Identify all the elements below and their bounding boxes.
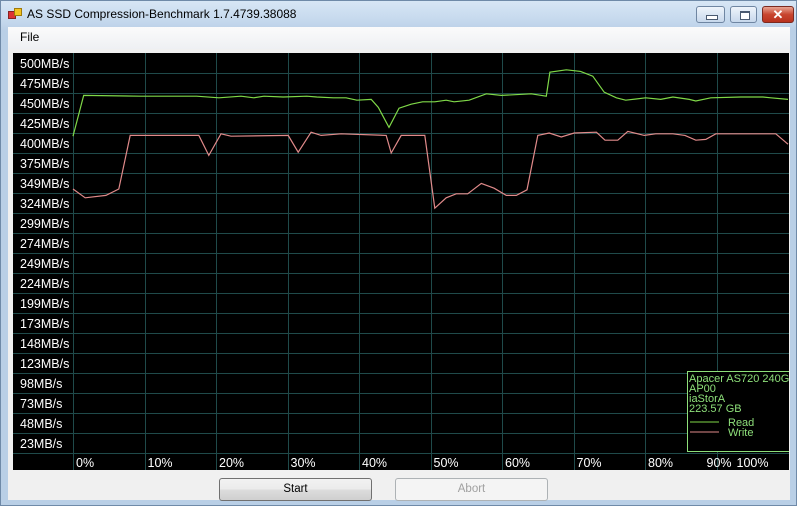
series-read-line: [72, 69, 789, 137]
y-tick-label: 224MB/s: [20, 277, 69, 291]
y-tick-label: 23MB/s: [20, 437, 62, 451]
minimize-icon: [706, 15, 718, 20]
grid-lines: [13, 53, 789, 470]
maximize-icon: [740, 11, 750, 20]
y-tick-label: 48MB/s: [20, 417, 62, 431]
y-tick-label: 400MB/s: [20, 137, 69, 151]
x-tick-label: 20%: [219, 456, 244, 470]
window-title: AS SSD Compression-Benchmark 1.7.4739.38…: [27, 7, 297, 21]
y-tick-label: 274MB/s: [20, 237, 69, 251]
menu-file[interactable]: File: [18, 30, 41, 44]
start-button[interactable]: Start: [219, 478, 372, 501]
menu-bar: File: [8, 27, 790, 49]
y-tick-label: 199MB/s: [20, 297, 69, 311]
x-tick-label: 80%: [648, 456, 673, 470]
y-tick-label: 450MB/s: [20, 97, 69, 111]
x-tick-label: 90%: [707, 456, 732, 470]
legend-capacity: 223.57 GB: [689, 403, 742, 415]
y-tick-label: 73MB/s: [20, 397, 62, 411]
x-tick-label: 70%: [577, 456, 602, 470]
close-button[interactable]: ✕: [762, 6, 794, 23]
y-tick-label: 324MB/s: [20, 197, 69, 211]
minimize-button[interactable]: [696, 6, 725, 23]
x-tick-label: 100%: [737, 456, 769, 470]
y-tick-label: 375MB/s: [20, 157, 69, 171]
abort-button[interactable]: Abort: [395, 478, 548, 501]
chart-svg: 500MB/s 475MB/s 450MB/s 425MB/s 400MB/s 375MB…: [13, 53, 789, 470]
app-window: AS SSD Compression-Benchmark 1.7.4739.38…: [0, 0, 797, 506]
benchmark-chart: 500MB/s 475MB/s 450MB/s 425MB/s 400MB/s 375MB…: [13, 53, 789, 470]
y-tick-label: 148MB/s: [20, 337, 69, 351]
y-tick-label: 98MB/s: [20, 377, 62, 391]
x-tick-label: 50%: [434, 456, 459, 470]
y-tick-label: 500MB/s: [20, 57, 69, 71]
x-tick-label: 60%: [505, 456, 530, 470]
series-write-line: [72, 130, 789, 210]
maximize-button[interactable]: [730, 6, 757, 23]
y-tick-label: 299MB/s: [20, 217, 69, 231]
x-tick-label: 40%: [362, 456, 387, 470]
legend-label-write: Write: [728, 427, 753, 439]
x-tick-label: 10%: [148, 456, 173, 470]
x-tick-label: 30%: [291, 456, 316, 470]
y-tick-label: 349MB/s: [20, 177, 69, 191]
x-tick-labels: 0% 10% 20% 30% 40% 50% 60% 70% 80% 90% 100%: [76, 456, 768, 470]
y-tick-label: 249MB/s: [20, 257, 69, 271]
app-icon: [8, 8, 22, 20]
title-bar[interactable]: AS SSD Compression-Benchmark 1.7.4739.38…: [1, 1, 796, 27]
y-tick-label: 173MB/s: [20, 317, 69, 331]
client-area: File 500MB/s 475MB/s 450MB/s 425MB/s 400MB/s…: [8, 27, 790, 501]
legend: Apacer AS720 240GAP00iaStorA223.57 GBRea…: [687, 371, 789, 452]
close-icon: ✕: [772, 7, 784, 22]
y-tick-label: 425MB/s: [20, 117, 69, 131]
y-tick-label: 475MB/s: [20, 77, 69, 91]
series-lines: [72, 69, 789, 210]
y-tick-label: 123MB/s: [20, 357, 69, 371]
x-tick-label: 0%: [76, 456, 94, 470]
